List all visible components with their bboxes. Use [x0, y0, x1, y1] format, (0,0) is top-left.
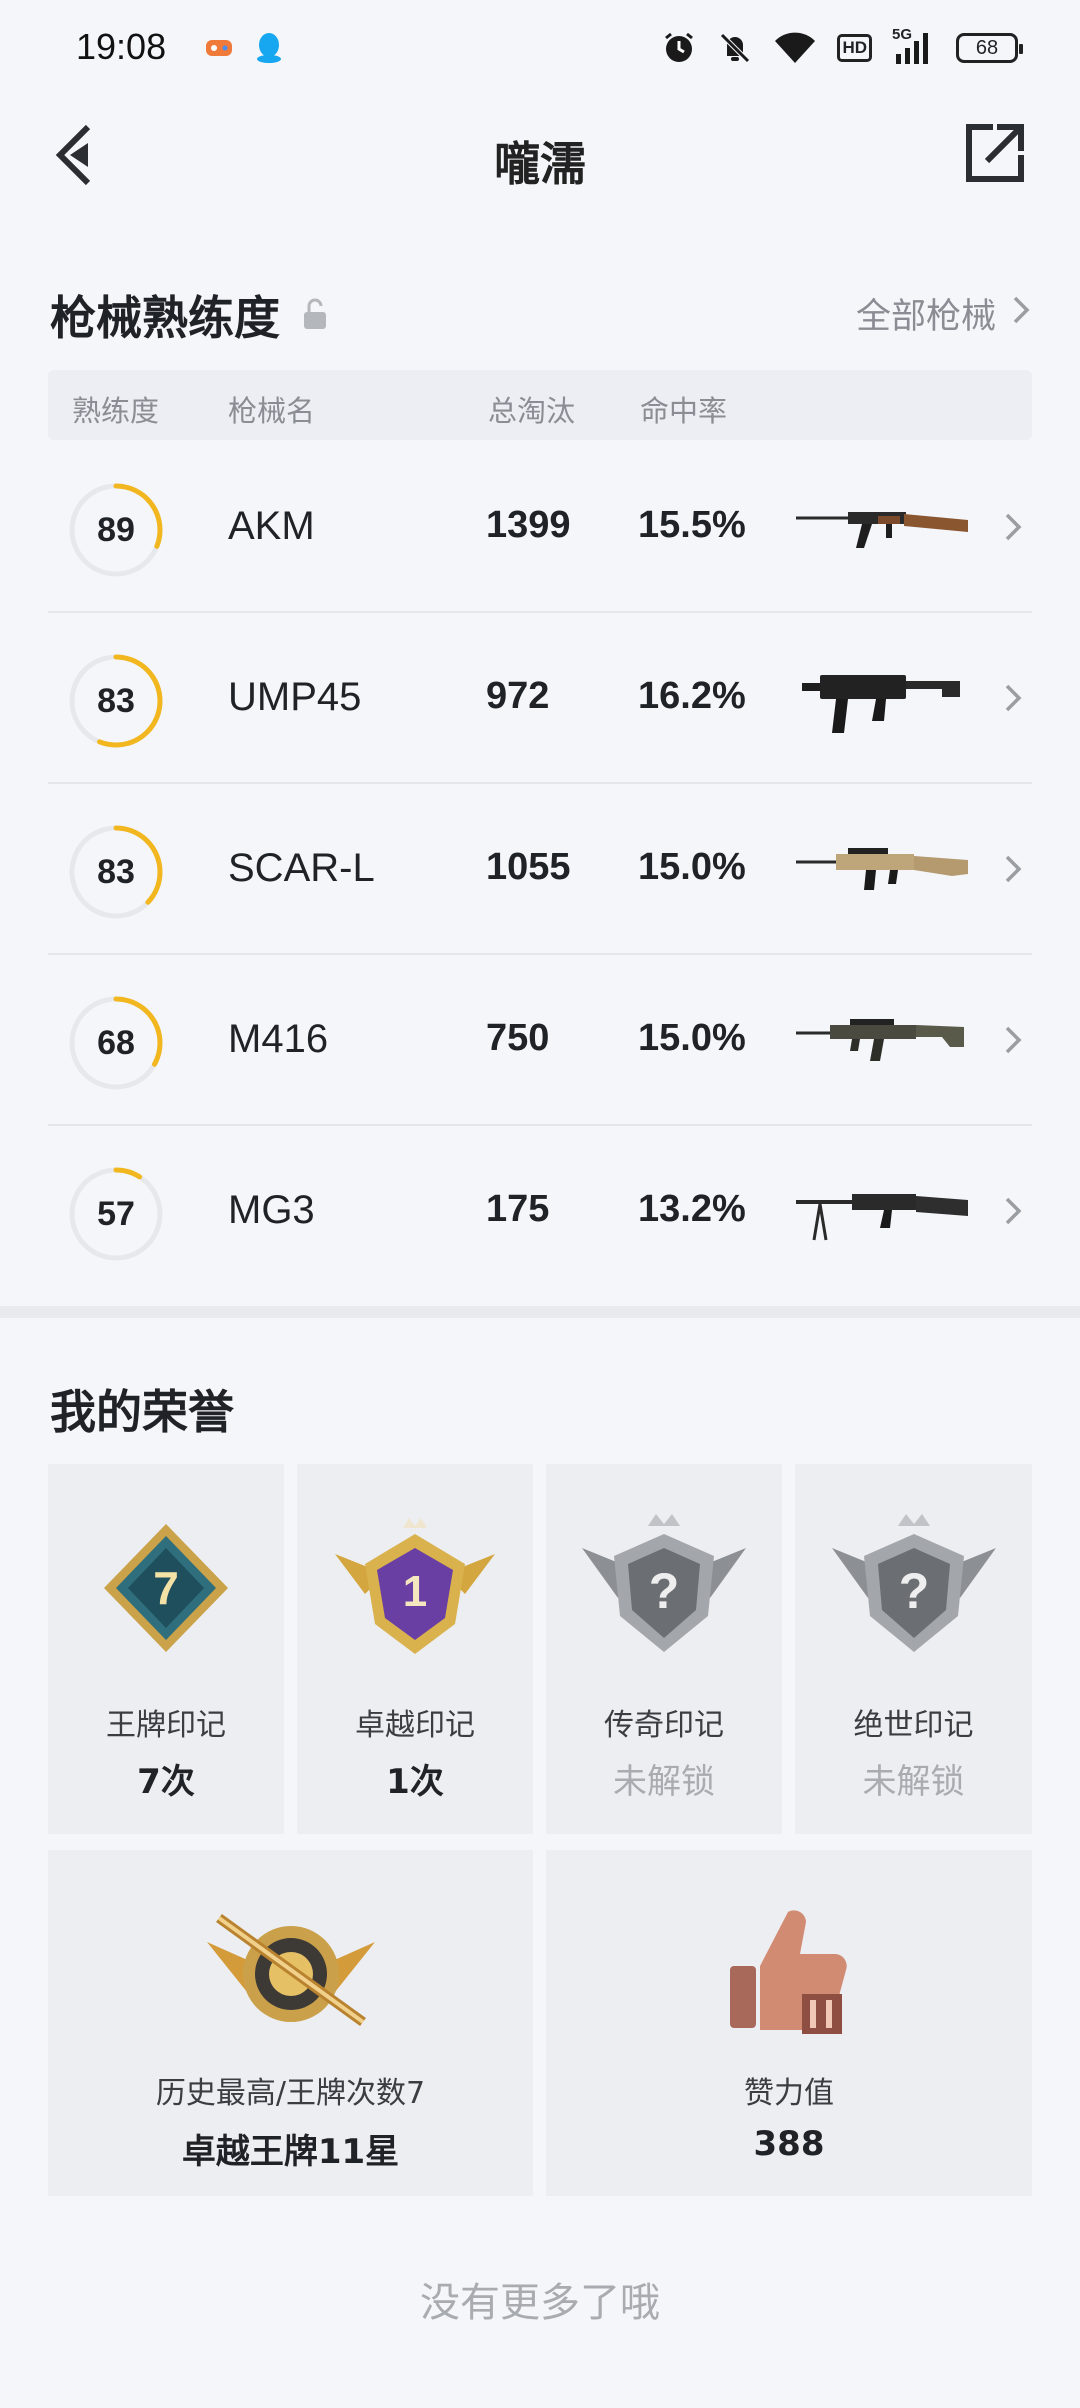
weapon-kills: 972 — [486, 675, 550, 717]
weapon-table-header: 熟练度 枪械名 总淘汰 命中率 — [48, 370, 1032, 440]
signal-icon: 5G — [892, 26, 936, 68]
share-icon — [963, 121, 1027, 189]
col-accuracy: 命中率 — [640, 394, 728, 428]
peerless-emblem-text: ? — [898, 1563, 929, 1619]
weapon-kills: 175 — [486, 1188, 550, 1230]
weapon-accuracy: 13.2% — [638, 1188, 746, 1230]
col-proficiency: 熟练度 — [72, 394, 160, 428]
chevron-right-icon — [1004, 512, 1022, 546]
wifi-icon — [773, 28, 817, 68]
weapon-image-icon — [792, 832, 972, 912]
history-card[interactable]: 历史最高/王牌次数7 卓越王牌11星 — [48, 1850, 533, 2196]
weapon-image-icon — [792, 1003, 972, 1083]
chevron-right-icon — [1004, 1025, 1022, 1059]
badge-value: 7次 — [137, 1762, 195, 1802]
badge-label: 传奇印记 — [604, 1708, 724, 1743]
badge-card-legend[interactable]: ? 传奇印记 未解锁 — [546, 1464, 782, 1834]
weapon-row[interactable]: 89 AKM 1399 15.5% — [48, 442, 1032, 613]
badge-card-peerless[interactable]: ? 绝世印记 未解锁 — [795, 1464, 1032, 1834]
likes-label: 赞力值 — [744, 2076, 834, 2111]
page-title: 嚨濡 — [494, 137, 586, 191]
likes-value: 388 — [753, 2124, 825, 2164]
weapon-image-icon — [792, 1174, 972, 1254]
weapon-accuracy: 16.2% — [638, 675, 746, 717]
all-weapons-link[interactable]: 全部枪械 — [856, 288, 1030, 339]
proficiency-value: 68 — [97, 1024, 135, 1062]
badge-label: 卓越印记 — [355, 1708, 475, 1743]
proficiency-ring: 57 — [68, 1166, 164, 1262]
section-divider — [0, 1306, 1080, 1318]
all-weapons-label: 全部枪械 — [855, 297, 996, 337]
legend-emblem-text: ? — [649, 1563, 680, 1619]
weapon-proficiency-title: 枪械熟练度 — [50, 291, 280, 345]
mute-icon — [717, 28, 753, 68]
honors-title: 我的荣誉 — [50, 1385, 234, 1439]
weapon-image-icon — [792, 490, 972, 570]
no-more-text: 没有更多了哦 — [420, 2280, 660, 2326]
weapon-accuracy: 15.5% — [638, 504, 746, 546]
weapon-row[interactable]: 83 UMP45 972 16.2% — [48, 613, 1032, 784]
proficiency-value: 89 — [97, 511, 135, 549]
battery-icon: 68 — [956, 28, 1023, 68]
weapon-name: SCAR-L — [228, 846, 375, 890]
badge-label: 绝世印记 — [853, 1708, 974, 1743]
weapon-accuracy: 15.0% — [638, 846, 746, 888]
section-title: 枪械熟练度 — [50, 282, 330, 348]
weapon-name: MG3 — [228, 1188, 315, 1232]
history-label: 历史最高/王牌次数7 — [155, 2076, 426, 2111]
badge-value: 未解锁 — [862, 1762, 965, 1802]
proficiency-ring: 83 — [68, 653, 164, 749]
game-icon — [204, 32, 234, 62]
chevron-right-icon — [1004, 683, 1022, 717]
weapon-row[interactable]: 68 M416 750 15.0% — [48, 955, 1032, 1126]
weapon-row[interactable]: 83 SCAR-L 1055 15.0% — [48, 784, 1032, 955]
col-kills: 总淘汰 — [488, 394, 576, 428]
history-value: 卓越王牌11星 — [181, 2132, 400, 2172]
col-name: 枪械名 — [228, 394, 316, 428]
proficiency-value: 83 — [97, 682, 135, 720]
thumbs-up-icon — [724, 1902, 854, 2046]
badge-card-ace[interactable]: 7 王牌印记 7次 — [48, 1464, 284, 1834]
weapon-image-icon — [792, 661, 972, 741]
status-bar: 19:08 HD 5G 68 — [0, 0, 1080, 96]
status-time: 19:08 — [76, 26, 167, 67]
badge-value: 1次 — [386, 1762, 444, 1802]
proficiency-ring: 68 — [68, 995, 164, 1091]
share-button[interactable] — [960, 120, 1030, 190]
unlock-icon — [300, 288, 330, 342]
weapon-kills: 750 — [486, 1017, 550, 1059]
weapon-name: M416 — [228, 1017, 329, 1061]
excellent-emblem-text: 1 — [403, 1567, 427, 1616]
weapon-name: AKM — [228, 504, 315, 548]
badge-label: 王牌印记 — [106, 1708, 226, 1743]
hd-icon: HD — [837, 28, 872, 68]
weapon-accuracy: 15.0% — [638, 1017, 746, 1059]
weapon-name: UMP45 — [228, 675, 362, 719]
weapon-kills: 1399 — [486, 504, 571, 546]
proficiency-value: 83 — [97, 853, 135, 891]
weapon-proficiency-section: 枪械熟练度 全部枪械 熟练度 枪械名 总淘汰 命中率 89 AKM 1399 15.5… — [0, 258, 1080, 1308]
proficiency-ring: 89 — [68, 482, 164, 578]
network-label: 5G — [892, 26, 913, 43]
excellent-emblem-icon: 1 — [325, 1514, 505, 1668]
proficiency-ring: 83 — [68, 824, 164, 920]
ace-emblem-icon: 7 — [96, 1518, 236, 1662]
qq-icon — [254, 32, 284, 63]
chevron-right-icon — [1004, 854, 1022, 888]
battery-level: 68 — [956, 33, 1023, 63]
likes-card[interactable]: 赞力值 388 — [546, 1850, 1032, 2196]
alarm-icon — [661, 28, 697, 68]
chevron-right-icon — [1012, 294, 1030, 334]
weapon-row[interactable]: 57 MG3 175 13.2% — [48, 1126, 1032, 1297]
peerless-emblem-icon: ? — [824, 1512, 1004, 1666]
badge-card-excellent[interactable]: 1 卓越印记 1次 — [297, 1464, 533, 1834]
badge-value: 未解锁 — [613, 1762, 715, 1802]
ace-emblem-text: 7 — [153, 1562, 179, 1614]
weapon-kills: 1055 — [486, 846, 571, 888]
top-app-bar: 嚨濡 — [0, 110, 1080, 200]
chevron-right-icon — [1004, 1196, 1022, 1230]
crossed-rifles-emblem-icon — [201, 1902, 381, 2046]
proficiency-value: 57 — [97, 1195, 135, 1233]
legend-emblem-icon: ? — [574, 1512, 754, 1666]
